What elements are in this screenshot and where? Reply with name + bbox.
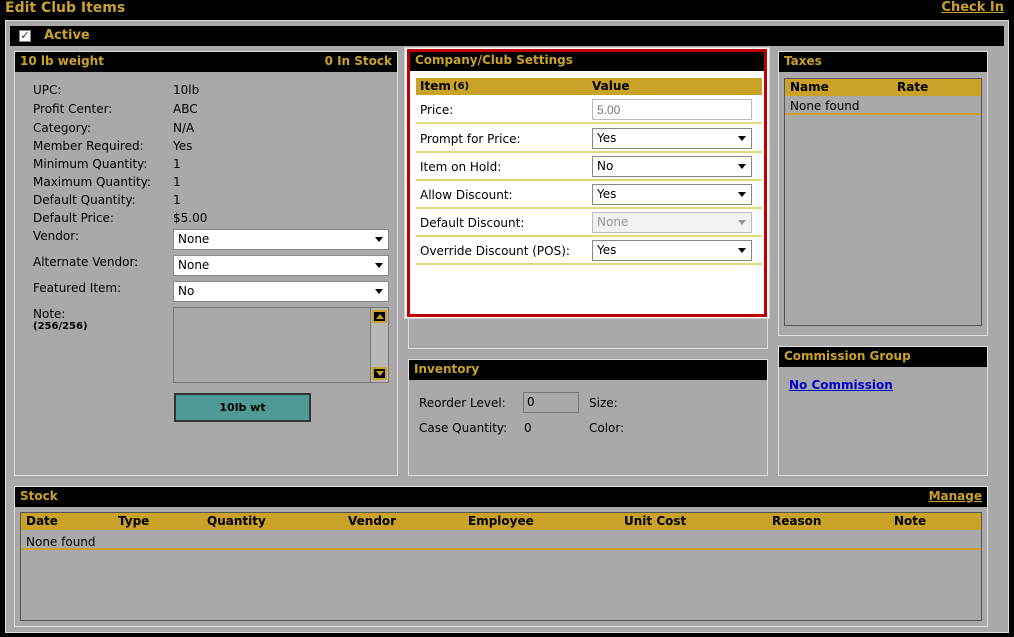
item-panel-header: 10 lb weight 0 In Stock — [15, 52, 397, 72]
note-label: Note: — [33, 307, 66, 321]
field-label: UPC: — [33, 83, 62, 97]
taxes-header: Taxes — [779, 52, 987, 72]
note-scrollbar[interactable] — [370, 308, 388, 382]
col-unit-cost: Unit Cost — [624, 514, 687, 528]
inventory-panel: Inventory — [408, 359, 768, 476]
col-note: Note — [894, 514, 927, 528]
col-vendor: Vendor — [348, 514, 397, 528]
col-name: Name — [790, 80, 829, 94]
row-divider — [21, 548, 981, 550]
field-value: ABC — [173, 102, 198, 116]
active-label: Active — [44, 28, 90, 43]
window-title: Edit Club Items — [5, 0, 126, 16]
field-label: Profit Center: — [33, 102, 113, 116]
scroll-up-icon[interactable] — [372, 310, 387, 323]
stock-empty: None found — [26, 535, 96, 549]
col-quantity: Quantity — [207, 514, 266, 528]
col-type: Type — [118, 514, 150, 528]
field-label: Maximum Quantity: — [33, 175, 151, 189]
col-date: Date — [26, 514, 58, 528]
no-commission-link[interactable]: No Commission — [789, 378, 893, 392]
field-label: Default Price: — [33, 211, 114, 225]
field-value: N/A — [173, 121, 195, 135]
alt-vendor-label: Alternate Vendor: — [33, 255, 139, 269]
row-divider — [785, 113, 981, 115]
field-value: Yes — [173, 139, 193, 153]
alt-vendor-select[interactable]: None — [173, 255, 389, 276]
vendor-value: None — [178, 232, 210, 246]
featured-select[interactable]: No — [173, 281, 389, 302]
stock-status: 0 In Stock — [324, 54, 392, 68]
stock-grid-header: Date Type Quantity Vendor Employee Unit … — [21, 513, 981, 530]
commission-header: Commission Group — [779, 347, 987, 367]
reorder-input[interactable]: 0 — [523, 392, 579, 413]
title-bar: Edit Club Items Check In — [0, 0, 1014, 18]
active-checkbox[interactable]: ✓ — [19, 30, 31, 42]
col-rate: Rate — [897, 80, 929, 94]
case-value: 0 — [524, 421, 532, 435]
size-label: Size: — [589, 396, 618, 410]
case-label: Case Quantity: — [419, 421, 508, 435]
stock-header: Stock Manage — [15, 487, 987, 507]
color-label: Color: — [589, 421, 625, 435]
scroll-down-icon[interactable] — [372, 367, 387, 380]
chevron-down-icon — [375, 237, 383, 242]
field-value: 10lb — [173, 83, 200, 97]
field-value: 1 — [173, 175, 181, 189]
commission-title: Commission Group — [784, 349, 911, 363]
check-in-link[interactable]: Check In — [941, 0, 1004, 15]
col-reason: Reason — [772, 514, 822, 528]
featured-value: No — [178, 284, 195, 298]
field-value: 1 — [173, 193, 181, 207]
col-employee: Employee — [468, 514, 534, 528]
highlight-frame — [407, 49, 767, 317]
note-textarea[interactable] — [173, 307, 389, 383]
reorder-label: Reorder Level: — [419, 396, 506, 410]
chevron-down-icon — [375, 289, 383, 294]
field-label: Minimum Quantity: — [33, 157, 148, 171]
featured-label: Featured Item: — [33, 281, 122, 295]
chevron-down-icon — [375, 263, 383, 268]
field-value: $5.00 — [173, 211, 208, 225]
note-counter: (256/256) — [33, 321, 88, 332]
field-label: Member Required: — [33, 139, 144, 153]
reorder-value: 0 — [527, 395, 535, 409]
vendor-label: Vendor: — [33, 229, 79, 243]
field-value: 1 — [173, 157, 181, 171]
commission-panel: Commission Group — [778, 346, 988, 476]
alt-vendor-value: None — [178, 258, 210, 272]
inventory-title: Inventory — [414, 362, 480, 376]
inventory-header: Inventory — [409, 360, 767, 380]
taxes-empty: None found — [790, 99, 860, 113]
stock-title: Stock — [20, 489, 58, 503]
taxes-grid — [784, 78, 982, 326]
item-button[interactable]: 10lb wt — [174, 393, 311, 422]
field-label: Default Quantity: — [33, 193, 136, 207]
manage-link[interactable]: Manage — [929, 489, 982, 503]
taxes-title: Taxes — [784, 54, 822, 68]
field-label: Category: — [33, 121, 91, 135]
vendor-select[interactable]: None — [173, 229, 389, 250]
item-name: 10 lb weight — [20, 54, 104, 68]
active-bar: ✓ Active — [10, 26, 1004, 46]
taxes-grid-header: Name Rate — [785, 79, 981, 96]
